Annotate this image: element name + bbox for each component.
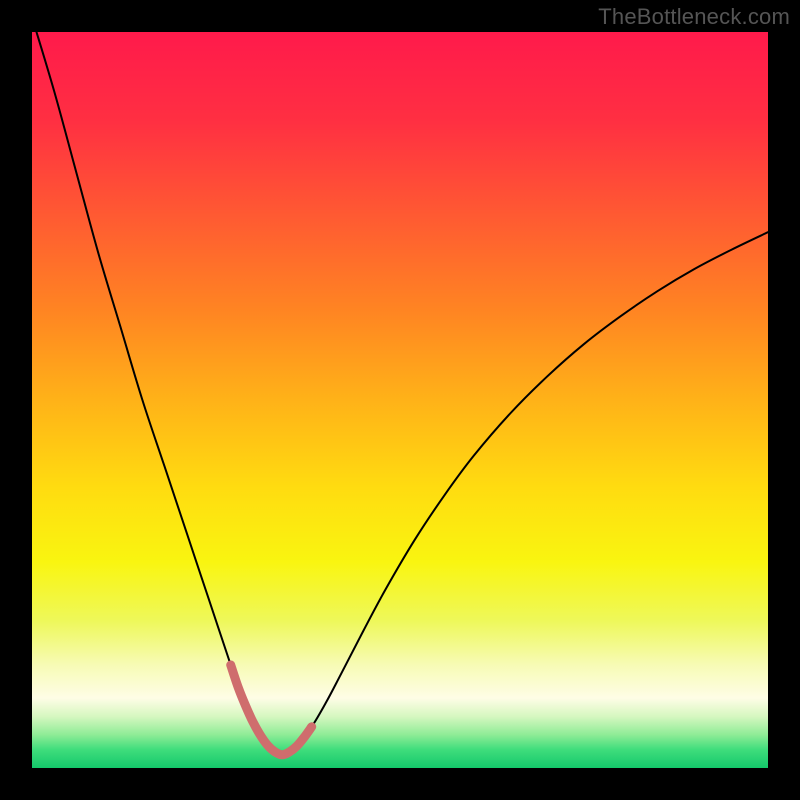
- plot-area: [32, 32, 768, 768]
- chart-frame: TheBottleneck.com: [0, 0, 800, 800]
- watermark-text: TheBottleneck.com: [598, 4, 790, 30]
- chart-svg: [32, 32, 768, 768]
